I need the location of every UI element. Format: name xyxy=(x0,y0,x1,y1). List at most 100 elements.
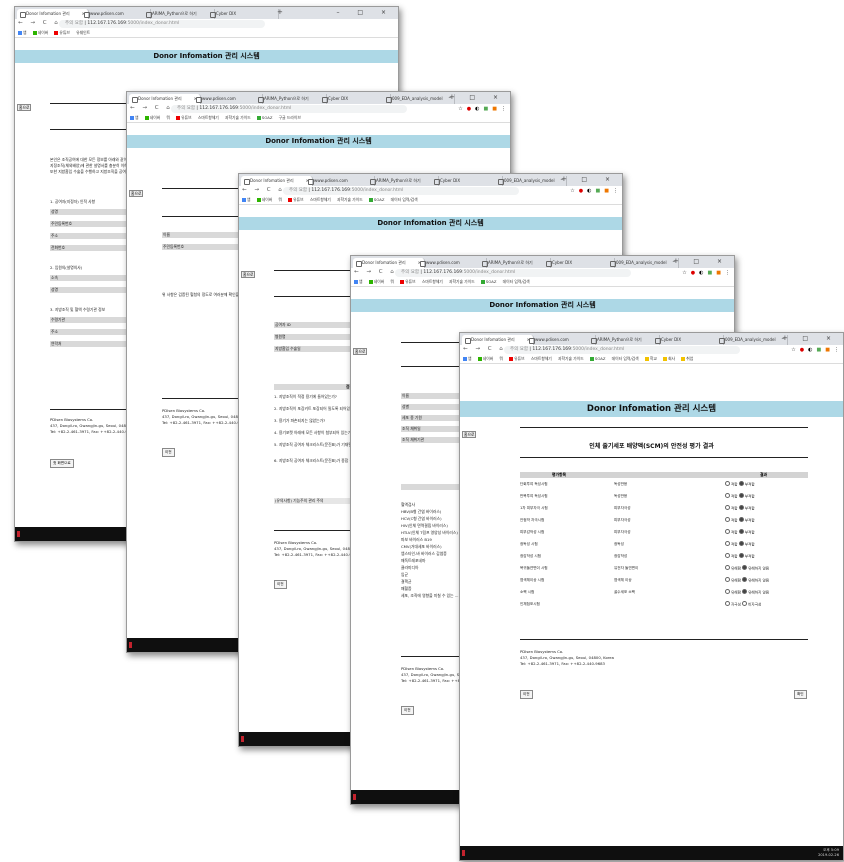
bookmark-item[interactable]: 데이터 입력/검색 xyxy=(391,197,418,202)
app-icon[interactable] xyxy=(17,531,20,537)
extension-icons[interactable]: ☆ ● ◐ ■ ■ ⋮ xyxy=(787,346,839,354)
bookmark-item[interactable]: 네이버 xyxy=(368,279,384,284)
tab-pdisen[interactable]: www.pdisen.com xyxy=(526,335,596,345)
prev-button[interactable]: 이전 xyxy=(162,448,175,457)
bookmark-item[interactable]: 뭐 xyxy=(166,115,170,120)
prev-button[interactable]: 이전 xyxy=(274,580,287,589)
radio-option-a[interactable] xyxy=(725,529,730,534)
radio-option-b[interactable] xyxy=(738,529,744,534)
tab-eda[interactable]: 009_EDA_analysis_model xyxy=(607,258,679,268)
tab-donor[interactable]: Donor Infomation 관리 × xyxy=(17,9,89,19)
radio-option-a[interactable] xyxy=(725,517,730,522)
tab-donor[interactable]: Donor Infomation 관리 × xyxy=(462,335,534,345)
radio-option-b[interactable] xyxy=(742,589,748,594)
confirm-button[interactable]: 확인 xyxy=(794,690,807,699)
bookmark-item[interactable]: 스마트항체기 xyxy=(198,115,219,120)
radio-option-b[interactable] xyxy=(738,493,744,498)
new-tab-icon[interactable]: + xyxy=(277,8,283,16)
radio-option-b[interactable] xyxy=(738,505,744,510)
tab-pdisen[interactable]: www.pdisen.com xyxy=(417,258,487,268)
bookmark-item[interactable]: 유쉐인트 xyxy=(76,30,90,35)
bookmark-item[interactable]: 과학기술 가이드 xyxy=(225,115,251,120)
address-bar[interactable]: 주의 요함 | 112.167.176.169:5000/index_donor… xyxy=(283,187,519,195)
result-options[interactable]: 유해함 유해하지 않음 xyxy=(725,577,769,584)
radio-option-a[interactable] xyxy=(725,601,730,606)
address-bar[interactable]: 주의 요함 | 112.167.176.169:5000/index_donor… xyxy=(171,105,407,113)
tab-arima[interactable]: ARIMA_Python으로 하기 xyxy=(367,176,439,186)
bookmark-item[interactable]: 네이버 xyxy=(477,356,493,361)
bookmark-item[interactable]: SOAZ xyxy=(368,197,384,202)
address-bar[interactable]: 주의 요함 | 112.167.176.169:5000/index_donor… xyxy=(504,346,740,354)
radio-option-b[interactable] xyxy=(738,517,744,522)
address-bar[interactable]: 주의 요함 | 112.167.176.169:5000/index_donor… xyxy=(59,20,265,28)
tab-donor[interactable]: Donor Infomation 관리 × xyxy=(129,94,201,104)
app-icon[interactable] xyxy=(129,642,132,648)
bookmark-item[interactable]: SOAZ xyxy=(480,279,496,284)
window-controls[interactable]: – □ × xyxy=(448,92,506,103)
bookmark-item[interactable]: 취업 xyxy=(681,356,693,361)
bookmark-item[interactable]: 스마트항체기 xyxy=(531,356,552,361)
bookmark-item[interactable]: 데이터 입력/검색 xyxy=(612,356,639,361)
bookmark-item[interactable]: 뭐 xyxy=(390,279,394,284)
first-page-button[interactable]: 첫 화면으로 xyxy=(50,459,74,468)
prev-button[interactable]: 이전 xyxy=(401,706,414,715)
tab-donor[interactable]: Donor Infomation 관리 × xyxy=(241,176,313,186)
address-bar[interactable]: 주의 요함 | 112.167.176.169:5000/index_donor… xyxy=(395,269,631,277)
bookmark-item[interactable]: 구글 드라이브 xyxy=(279,115,301,120)
tab-arima[interactable]: ARIMA_Python으로 하기 xyxy=(143,9,215,19)
tab-pdisen[interactable]: www.pdisen.com xyxy=(305,176,375,186)
radio-option-b[interactable] xyxy=(738,481,744,486)
radio-option-b[interactable] xyxy=(738,541,744,546)
extension-icons[interactable]: ☆ ● ◐ ■ ■ ⋮ xyxy=(678,269,730,277)
home-button[interactable]: 홈으로 xyxy=(129,190,144,197)
nav-buttons[interactable]: ← → C ⌂ xyxy=(463,346,506,352)
radio-option-a[interactable] xyxy=(725,505,730,510)
result-options[interactable]: 적합 부적합 xyxy=(725,493,755,500)
bookmark-item[interactable]: 네이버 xyxy=(32,30,48,35)
nav-buttons[interactable]: ← → C ⌂ xyxy=(18,20,61,26)
bookmark-item[interactable]: 앱 xyxy=(18,30,27,35)
window-controls[interactable]: – □ × xyxy=(560,174,618,185)
extension-icons[interactable]: ☆ ● ◐ ■ ■ ⋮ xyxy=(566,187,618,195)
bookmark-item[interactable]: SOAZ xyxy=(589,356,605,361)
bookmark-item[interactable]: 네이버 xyxy=(256,197,272,202)
result-options[interactable]: 적합 부적합 xyxy=(725,505,755,512)
bookmark-item[interactable]: 유튜브 xyxy=(509,356,525,361)
tab-cyber[interactable]: Cyber DIX xyxy=(319,94,391,104)
bookmark-item[interactable]: SOAZ xyxy=(256,115,272,120)
radio-option-a[interactable] xyxy=(725,565,730,570)
nav-buttons[interactable]: ← → C ⌂ xyxy=(130,105,173,111)
app-icon[interactable] xyxy=(462,850,465,856)
radio-option-b[interactable] xyxy=(742,565,748,570)
bookmark-item[interactable]: 유튜브 xyxy=(54,30,70,35)
radio-option-a[interactable] xyxy=(725,481,730,486)
bookmark-item[interactable]: 데이터 입력/검색 xyxy=(503,279,530,284)
bookmark-item[interactable]: 앱 xyxy=(130,115,139,120)
tab-cyber[interactable]: Cyber DIX xyxy=(431,176,503,186)
bookmark-item[interactable]: 앱 xyxy=(354,279,363,284)
bookmark-item[interactable]: 뭐 xyxy=(499,356,503,361)
tab-arima[interactable]: ARIMA_Python으로 하기 xyxy=(479,258,551,268)
result-options[interactable]: 적합 부적합 xyxy=(725,517,755,524)
tab-cyber[interactable]: Cyber DIX xyxy=(652,335,724,345)
tab-arima[interactable]: ARIMA_Python으로 하기 xyxy=(255,94,327,104)
result-options[interactable]: 적합 부적합 xyxy=(725,553,755,560)
radio-option-a[interactable] xyxy=(725,541,730,546)
window-controls[interactable]: – □ × xyxy=(781,333,839,344)
radio-option-a[interactable] xyxy=(725,577,730,582)
app-icon[interactable] xyxy=(241,736,244,742)
tab-pdisen[interactable]: www.pdisen.com xyxy=(193,94,263,104)
radio-option-b[interactable] xyxy=(742,577,748,582)
tab-eda[interactable]: 009_EDA_analysis_model xyxy=(716,335,788,345)
bookmark-item[interactable]: 학교 xyxy=(644,356,657,361)
bookmark-item[interactable]: 과학기술 가이드 xyxy=(558,356,584,361)
result-options[interactable]: 적합 부적합 xyxy=(725,541,755,548)
bookmark-item[interactable]: 회사 xyxy=(663,356,675,361)
tab-cyber[interactable]: Cyber DIX xyxy=(207,9,279,19)
radio-option-a[interactable] xyxy=(725,553,730,558)
tab-eda[interactable]: 009_EDA_analysis_model xyxy=(495,176,567,186)
app-icon[interactable] xyxy=(353,794,356,800)
bookmark-item[interactable]: 과학기술 가이드 xyxy=(337,197,363,202)
home-button[interactable]: 홈으로 xyxy=(462,431,477,438)
tab-arima[interactable]: ARIMA_Python으로 하기 xyxy=(588,335,660,345)
